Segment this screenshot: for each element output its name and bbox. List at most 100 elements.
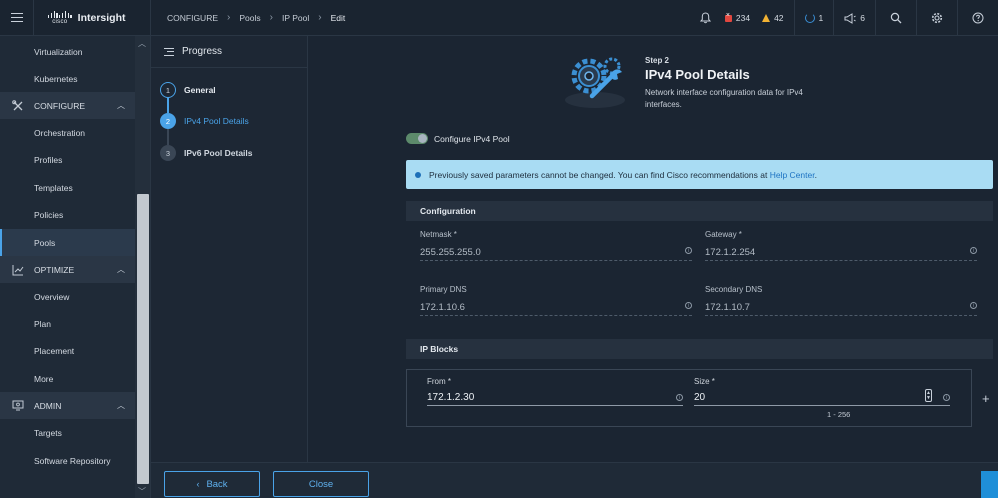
configuration-gear-icon	[565, 57, 625, 108]
bell-icon	[699, 12, 711, 24]
sidebar-section-optimize[interactable]: OPTIMIZE ︿	[0, 256, 135, 283]
info-icon[interactable]: i	[685, 302, 692, 309]
step-number: 3	[160, 145, 176, 161]
list-icon	[164, 47, 174, 56]
secondary-dns-field[interactable]: Secondary DNS 172.1.10.7 i	[705, 285, 977, 316]
gateway-input[interactable]: 172.1.2.254 i	[705, 247, 977, 261]
primary-dns-field[interactable]: Primary DNS 172.1.10.6 i	[420, 285, 692, 316]
sidebar-item-software-repository[interactable]: Software Repository	[0, 447, 135, 474]
gateway-value: 172.1.2.254	[705, 247, 756, 258]
sidebar-item-pools[interactable]: Pools	[0, 229, 135, 256]
sidebar-item-kubernetes[interactable]: Kubernetes	[0, 65, 135, 92]
back-button[interactable]: ‹ Back	[164, 471, 260, 497]
breadcrumb-ip-pool[interactable]: IP Pool	[282, 13, 309, 23]
wrench-icon	[11, 99, 25, 112]
footer: ‹ Back Close	[151, 462, 998, 498]
help-button[interactable]	[958, 0, 998, 36]
announcements[interactable]: 6	[834, 0, 875, 36]
sidebar-item-profiles[interactable]: Profiles	[0, 146, 135, 173]
primary-dns-input[interactable]: 172.1.10.6 i	[420, 302, 692, 316]
info-icon[interactable]: i	[676, 394, 683, 401]
add-block-plus-icon[interactable]: +	[982, 391, 990, 406]
info-icon[interactable]: i	[970, 302, 977, 309]
top-bar: cisco Intersight CONFIGURE › Pools › IP …	[0, 0, 998, 36]
sidebar-item-label: Orchestration	[34, 127, 86, 138]
size-input[interactable]: 20 ▲ ▼ i	[694, 389, 950, 406]
sidebar-item-label: More	[34, 373, 54, 384]
from-value: 172.1.2.30	[427, 392, 475, 403]
feedback-tab[interactable]	[981, 471, 998, 498]
chevron-right-icon: ›	[318, 12, 322, 23]
netmask-label: Netmask *	[420, 230, 457, 239]
stepper-icon[interactable]: ▲ ▼	[925, 389, 932, 402]
info-icon	[415, 171, 421, 178]
warning-icon	[762, 14, 771, 22]
settings-button[interactable]	[917, 0, 957, 36]
size-field[interactable]: Size * 20 ▲ ▼ i	[694, 377, 950, 406]
banner-text-end: .	[814, 169, 817, 180]
ip-blocks-section-header: IP Blocks	[406, 339, 993, 359]
sidebar-item-label: Virtualization	[34, 46, 83, 57]
megaphone-icon	[844, 12, 857, 24]
sidebar-section-configure[interactable]: CONFIGURE ︿	[0, 92, 135, 119]
info-icon[interactable]: i	[943, 394, 950, 401]
sidebar-item-label: Targets	[34, 427, 62, 438]
step-ipv4-pool-details[interactable]: 2 IPv4 Pool Details	[160, 113, 249, 129]
breadcrumb-edit: Edit	[330, 12, 346, 23]
menu-button[interactable]	[0, 0, 34, 36]
brand[interactable]: cisco Intersight	[34, 0, 151, 36]
sidebar-section-admin[interactable]: ADMIN ︿	[0, 392, 135, 419]
requests[interactable]: 1	[795, 0, 834, 36]
sidebar-item-placement[interactable]: Placement	[0, 337, 135, 364]
configure-ipv4-toggle[interactable]	[406, 133, 428, 144]
info-icon[interactable]: i	[685, 247, 692, 254]
step-ipv6-pool-details[interactable]: 3 IPv6 Pool Details	[160, 145, 253, 161]
help-center-link[interactable]: Help Center	[770, 170, 815, 180]
progress-header: Progress	[151, 36, 307, 68]
step-connector	[167, 97, 169, 113]
info-icon[interactable]: i	[970, 247, 977, 254]
breadcrumb-pools[interactable]: Pools	[239, 13, 260, 23]
alarms[interactable]: 234 42	[690, 0, 794, 36]
step-label: IPv6 Pool Details	[184, 148, 253, 158]
from-input[interactable]: 172.1.2.30 i	[427, 392, 683, 406]
warning-alarm-count: 42	[774, 13, 784, 23]
chevron-right-icon: ›	[227, 12, 231, 23]
sidebar-item-orchestration[interactable]: Orchestration	[0, 119, 135, 146]
gear-icon	[931, 12, 943, 24]
search-button[interactable]	[876, 0, 916, 36]
sidebar-scroll-thumb[interactable]	[137, 194, 149, 484]
netmask-input[interactable]: 255.255.255.0 i	[420, 247, 692, 261]
requests-spinner-icon	[804, 13, 815, 23]
sidebar-item-label: Kubernetes	[34, 73, 78, 84]
help-icon	[972, 12, 984, 24]
main-content: Step 2 IPv4 Pool Details Network interfa…	[308, 36, 998, 462]
sidebar-item-targets[interactable]: Targets	[0, 419, 135, 446]
scroll-up-icon[interactable]: ︿	[138, 38, 146, 49]
progress-title: Progress	[182, 46, 223, 57]
step-general[interactable]: 1 General	[160, 82, 216, 98]
sidebar-section-label: ADMIN	[34, 400, 62, 411]
sidebar-item-more[interactable]: More	[0, 365, 135, 392]
sidebar-item-policies[interactable]: Policies	[0, 201, 135, 228]
netmask-field[interactable]: Netmask * 255.255.255.0 i	[420, 230, 692, 261]
sidebar-item-plan[interactable]: Plan	[0, 310, 135, 337]
announcements-count: 6	[860, 13, 865, 23]
close-button-label: Close	[308, 478, 334, 490]
from-field[interactable]: From * 172.1.2.30 i	[427, 377, 683, 406]
scroll-down-icon[interactable]: ﹀	[138, 486, 146, 497]
hamburger-icon	[10, 13, 23, 22]
sidebar-item-overview[interactable]: Overview	[0, 283, 135, 310]
sidebar-item-label: Policies	[34, 209, 64, 220]
from-label: From *	[427, 377, 451, 386]
breadcrumb-configure[interactable]: CONFIGURE	[167, 13, 218, 23]
sidebar-item-templates[interactable]: Templates	[0, 174, 135, 201]
admin-monitor-icon	[11, 400, 25, 412]
primary-dns-label: Primary DNS	[420, 285, 467, 294]
sidebar-item-virtualization[interactable]: Virtualization	[0, 38, 135, 65]
close-button[interactable]: Close	[273, 471, 369, 497]
info-banner-text: Previously saved parameters cannot be ch…	[429, 170, 817, 180]
secondary-dns-input[interactable]: 172.1.10.7 i	[705, 302, 977, 316]
chevron-up-icon: ︿	[117, 401, 125, 410]
gateway-field[interactable]: Gateway * 172.1.2.254 i	[705, 230, 977, 261]
